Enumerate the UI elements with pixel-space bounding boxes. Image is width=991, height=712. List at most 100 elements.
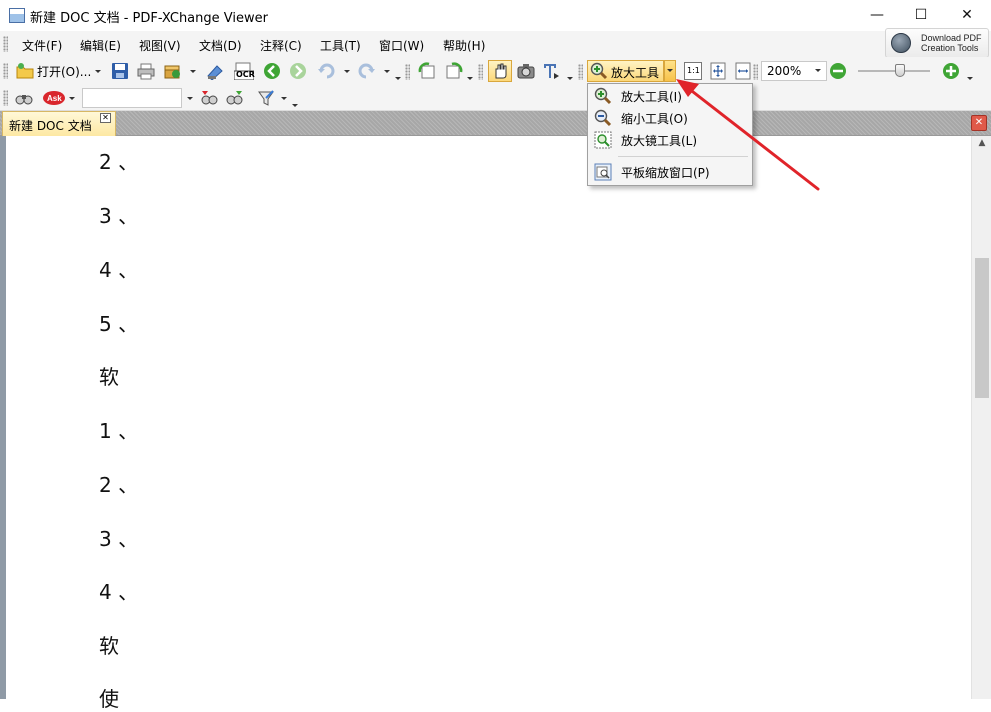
zoom-in-button-icon[interactable]	[942, 62, 960, 80]
redo-dropdown-icon[interactable]	[384, 70, 390, 73]
minimize-button[interactable]: —	[854, 0, 900, 31]
toolbar-overflow-3-icon[interactable]	[567, 77, 573, 80]
download-label-line1: Download PDF	[921, 33, 982, 43]
search-input[interactable]	[82, 88, 182, 108]
toolbar2-overflow-icon[interactable]	[292, 104, 298, 107]
download-label: Download PDF Creation Tools	[921, 33, 982, 53]
vertical-scrollbar[interactable]: ▲	[971, 136, 991, 699]
menu-item-label: 放大镜工具(L)	[621, 134, 698, 148]
fit-page-icon[interactable]	[709, 62, 727, 80]
zoom-out-icon	[594, 109, 612, 127]
toolbar-overflow-4-icon[interactable]	[967, 77, 973, 80]
zoom-tool-menu: 放大工具(I) 缩小工具(O) 放大镜工具(L) 平板缩放窗口(P)	[587, 83, 753, 186]
zoom-level-value: 200%	[767, 64, 802, 78]
menu-file[interactable]: 文件(F)	[22, 37, 62, 54]
undo-icon[interactable]	[318, 62, 336, 80]
highlight-search-icon[interactable]	[257, 89, 275, 107]
undo-dropdown-icon[interactable]	[344, 70, 350, 73]
zoom-level-dropdown-icon[interactable]	[815, 69, 821, 72]
scan-icon[interactable]	[206, 62, 224, 80]
ocr-button[interactable]: OCR	[234, 62, 255, 80]
document-tab-bar	[0, 111, 991, 136]
document-line: 1 、	[99, 419, 139, 443]
fit-width-icon[interactable]	[734, 62, 752, 80]
document-line: 软	[99, 634, 119, 658]
menu-help[interactable]: 帮助(H)	[443, 37, 485, 54]
rotate-left-icon[interactable]	[418, 62, 436, 80]
search-previous-icon[interactable]	[200, 89, 218, 107]
package-icon[interactable]	[163, 62, 181, 80]
menu-item-label: 平板缩放窗口(P)	[621, 166, 710, 180]
open-dropdown-icon[interactable]	[95, 70, 101, 73]
toolbar-overflow-2-icon[interactable]	[467, 77, 473, 80]
menu-window[interactable]: 窗口(W)	[379, 37, 424, 54]
document-line: 软	[99, 365, 119, 389]
menu-item-pan-zoom-window[interactable]: 平板缩放窗口(P)	[588, 161, 752, 183]
close-document-button[interactable]: ✕	[971, 115, 987, 131]
toolbar-grip-icon[interactable]	[3, 63, 8, 79]
menubar-grip-icon[interactable]	[3, 36, 8, 52]
binoculars-icon[interactable]	[15, 89, 33, 107]
rotate-right-icon[interactable]	[445, 62, 463, 80]
download-label-line2: Creation Tools	[921, 43, 979, 53]
toolbar-grip-2-icon[interactable]	[405, 64, 410, 80]
menu-item-zoom-out[interactable]: 缩小工具(O)	[588, 107, 752, 129]
scrollbar-thumb[interactable]	[975, 258, 989, 398]
document-line: 使	[99, 687, 119, 711]
zoom-tool-dropdown-button[interactable]	[664, 60, 676, 82]
scroll-up-icon[interactable]: ▲	[972, 138, 991, 154]
document-page[interactable]: 2 、 3 、 4 、 5 、 软 1 、 2 、 3 、 4 、 软 使	[0, 136, 971, 711]
document-line: 3 、	[99, 204, 139, 228]
pan-zoom-window-icon	[594, 163, 612, 181]
highlight-dropdown-icon[interactable]	[281, 97, 287, 100]
title-bar: 新建 DOC 文档 - PDF-XChange Viewer — ☐ ✕	[0, 0, 991, 31]
zoom-in-icon	[594, 87, 612, 105]
app-icon	[9, 8, 25, 23]
menu-document[interactable]: 文档(D)	[199, 37, 242, 54]
save-icon[interactable]	[111, 62, 129, 80]
menu-item-loupe[interactable]: 放大镜工具(L)	[588, 129, 752, 151]
document-line: 5 、	[99, 312, 139, 336]
search-next-icon[interactable]	[226, 89, 244, 107]
package-dropdown-icon[interactable]	[190, 70, 196, 73]
zoom-out-button-icon[interactable]	[829, 62, 847, 80]
actual-size-button[interactable]: 1:1	[684, 62, 702, 80]
document-line: 4 、	[99, 258, 139, 282]
tab-close-icon[interactable]: ✕	[100, 113, 111, 123]
ask-search-icon[interactable]: Ask	[42, 89, 66, 107]
hand-tool-button[interactable]	[488, 60, 512, 82]
snapshot-camera-icon[interactable]	[517, 62, 535, 80]
zoom-slider-track[interactable]	[858, 70, 930, 72]
tab-document-label: 新建 DOC 文档	[9, 119, 92, 133]
search-engine-dropdown-icon[interactable]	[69, 97, 75, 100]
tab-document[interactable]: 新建 DOC 文档 ✕	[2, 111, 116, 136]
document-line: 2 、	[99, 150, 139, 174]
maximize-button[interactable]: ☐	[898, 0, 944, 31]
back-icon[interactable]	[263, 62, 281, 80]
menu-item-label: 缩小工具(O)	[621, 112, 688, 126]
zoom-in-tool-button[interactable]: 放大工具	[587, 60, 664, 82]
toolbar2-grip-icon[interactable]	[3, 90, 8, 106]
menu-edit[interactable]: 编辑(E)	[80, 37, 121, 54]
text-select-icon[interactable]	[542, 62, 560, 80]
toolbar-overflow-1-icon[interactable]	[395, 77, 401, 80]
document-line: 3 、	[99, 527, 139, 551]
window-title: 新建 DOC 文档 - PDF-XChange Viewer	[30, 11, 268, 26]
menu-comment[interactable]: 注释(C)	[260, 37, 302, 54]
menu-view[interactable]: 视图(V)	[139, 37, 181, 54]
svg-text:Ask: Ask	[47, 94, 62, 103]
close-window-button[interactable]: ✕	[944, 0, 990, 31]
download-pdf-tools-button[interactable]: Download PDF Creation Tools	[885, 28, 989, 58]
print-icon[interactable]	[137, 62, 155, 80]
toolbar-grip-5-icon[interactable]	[753, 64, 758, 80]
zoom-slider-thumb[interactable]	[895, 64, 905, 77]
menu-tools[interactable]: 工具(T)	[320, 37, 361, 54]
open-folder-icon	[16, 63, 34, 79]
toolbar-grip-3-icon[interactable]	[478, 64, 483, 80]
redo-icon[interactable]	[357, 62, 375, 80]
menu-item-zoom-in[interactable]: 放大工具(I)	[588, 85, 752, 107]
toolbar-grip-4-icon[interactable]	[578, 64, 583, 80]
zoom-tool-label: 放大工具	[611, 66, 660, 80]
forward-icon[interactable]	[289, 62, 307, 80]
search-input-dropdown-icon[interactable]	[187, 97, 193, 100]
